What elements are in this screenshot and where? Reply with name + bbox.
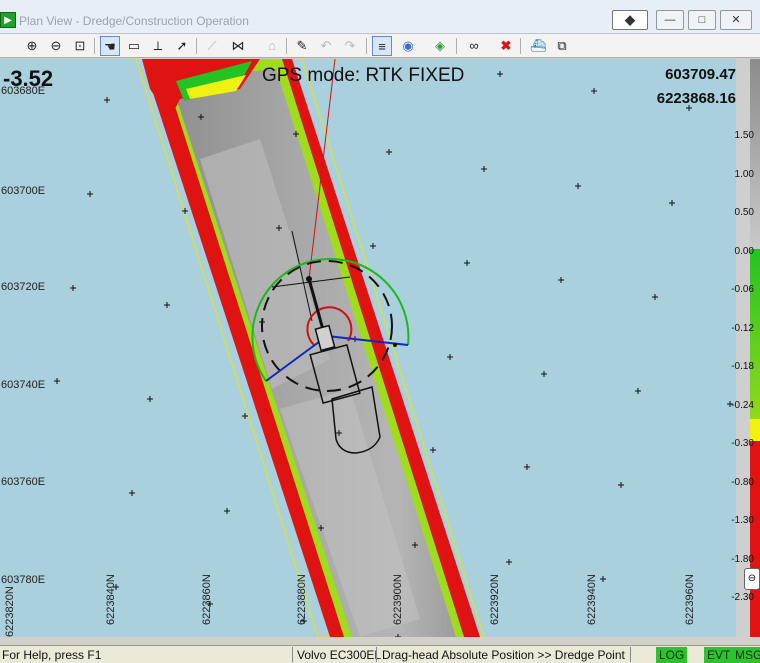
northing-label: 6223900N: [392, 574, 404, 625]
status-bar: For Help, press F1 Volvo EC300EL Drag-he…: [0, 645, 760, 663]
legend-red-band: [750, 441, 760, 637]
plan-view-window: ▶ Plan View - Dredge/Construction Operat…: [0, 0, 760, 663]
legend-label: -0.30: [731, 438, 754, 449]
easting-label: 603720E: [1, 281, 46, 293]
zoom-window-icon[interactable]: ⊡: [70, 36, 90, 56]
msg-indicator[interactable]: MSG: [732, 647, 760, 663]
depth-legend: [736, 59, 760, 637]
pan-hand-icon[interactable]: ☚: [100, 36, 120, 56]
help-text: For Help, press F1: [2, 648, 102, 662]
legend-label: -2.30: [731, 592, 754, 603]
ruler-icon[interactable]: ⟂: [148, 36, 168, 56]
legend-label: -0.80: [731, 477, 754, 488]
map-canvas[interactable]: [0, 59, 736, 637]
status-divider: [292, 647, 293, 662]
legend-label: -0.18: [731, 361, 754, 372]
close-button[interactable]: ✕: [720, 10, 752, 30]
legend-label: 0.00: [734, 246, 754, 257]
paint-icon[interactable]: ◈: [430, 36, 450, 56]
maximize-button[interactable]: □: [688, 10, 716, 30]
title-bar: ▶ Plan View - Dredge/Construction Operat…: [0, 0, 760, 34]
app-play-icon: ▶: [0, 12, 16, 28]
edit-icon[interactable]: ✎: [292, 36, 312, 56]
pointer-icon[interactable]: ➚: [172, 36, 192, 56]
northing-label: 6223820N: [4, 586, 16, 637]
machine-name: Volvo EC300EL: [297, 648, 382, 662]
vessel-icon[interactable]: ⛴: [528, 36, 548, 56]
legend-label: 0.50: [734, 207, 754, 218]
zoom-in-icon[interactable]: ⊕: [22, 36, 42, 56]
easting-label: 603740E: [1, 379, 46, 391]
easting-label: 603760E: [1, 476, 46, 488]
legend-scroll-knob[interactable]: ⊖: [744, 568, 760, 590]
legend-label: -1.30: [731, 515, 754, 526]
draw-line-icon[interactable]: ⟋: [202, 36, 222, 56]
legend-label: -1.80: [731, 554, 754, 565]
color-palette-icon[interactable]: ◉: [398, 36, 418, 56]
legend-label: -0.12: [731, 323, 754, 334]
legend-green-band: [750, 249, 760, 441]
gps-antenna: [306, 276, 312, 282]
toolbar-separator: [94, 38, 95, 54]
northing-label: 6223940N: [586, 574, 598, 625]
easting-label: 603680E: [1, 85, 46, 97]
toolbar-separator: [286, 38, 287, 54]
northing-label: 6223920N: [489, 574, 501, 625]
binoculars-icon[interactable]: ∞: [464, 36, 484, 56]
easting-label: 603780E: [1, 574, 46, 586]
northing-label: 6223860N: [201, 574, 213, 625]
legend-label: 1.00: [734, 169, 754, 180]
plan-view-map[interactable]: -3.52 GPS mode: RTK FIXED 603709.47 6223…: [0, 59, 736, 637]
toolbar-separator: [520, 38, 521, 54]
legend-label: -0.24: [731, 400, 754, 411]
minimize-button[interactable]: —: [656, 10, 684, 30]
status-divider: [376, 647, 377, 662]
pin-button[interactable]: ◆: [612, 10, 648, 30]
toolbar-separator: [196, 38, 197, 54]
legend-label: 1.50: [734, 130, 754, 141]
toolbar-separator: [366, 38, 367, 54]
northing-readout: 6223868.16: [656, 90, 736, 107]
evt-indicator[interactable]: EVT: [704, 647, 734, 663]
easting-readout: 603709.47: [665, 66, 736, 83]
northing-label: 6223880N: [296, 574, 308, 625]
layers-icon[interactable]: ≡: [372, 36, 392, 56]
legend-gray-band: [750, 59, 760, 249]
northing-label: 6223840N: [105, 574, 117, 625]
network-icon[interactable]: ⋈: [228, 36, 248, 56]
log-indicator[interactable]: LOG: [656, 647, 688, 663]
window-title: Plan View - Dredge/Construction Operatio…: [19, 14, 249, 28]
legend-label: -0.06: [731, 284, 754, 295]
delete-icon[interactable]: ✖: [496, 36, 516, 56]
toolbar: ⊕ ⊖ ⊡ ☚ ▭ ⟂ ➚ ⟋ ⋈ ⌂ ✎ ↶ ↷ ≡ ◉ ◈ ∞ ✖ ⛴ ⧉: [0, 34, 760, 58]
zoom-out-icon[interactable]: ⊖: [46, 36, 66, 56]
position-mode: Drag-head Absolute Position >> Dredge Po…: [382, 648, 625, 662]
gps-mode-label: GPS mode: RTK FIXED: [262, 65, 465, 86]
reference-point: [393, 343, 397, 347]
house-icon[interactable]: ⌂: [262, 36, 282, 56]
windows-icon[interactable]: ⧉: [552, 36, 572, 56]
undo-icon[interactable]: ↶: [316, 36, 336, 56]
redo-icon[interactable]: ↷: [340, 36, 360, 56]
measure-icon[interactable]: ▭: [124, 36, 144, 56]
status-divider: [630, 647, 631, 662]
easting-label: 603700E: [1, 185, 46, 197]
toolbar-separator: [456, 38, 457, 54]
